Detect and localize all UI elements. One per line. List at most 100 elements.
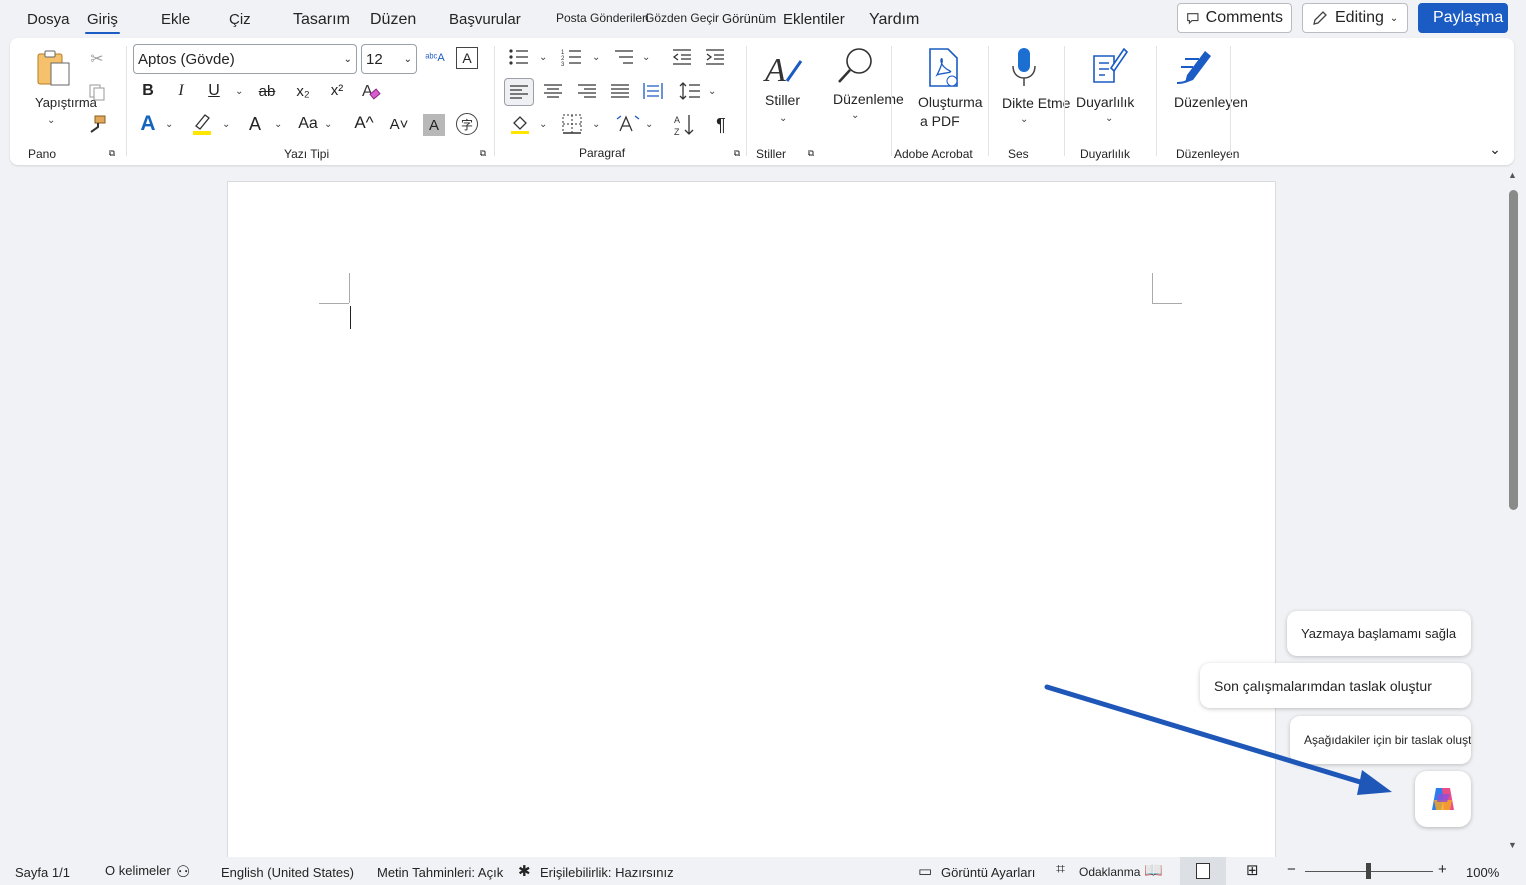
sensitivity-icon[interactable] <box>1088 45 1130 89</box>
increase-indent-icon[interactable] <box>703 46 727 68</box>
chevron-down-icon[interactable]: ⌄ <box>1020 114 1028 125</box>
justify-icon[interactable] <box>608 80 632 102</box>
enclose-characters-icon[interactable]: 字 <box>456 113 478 135</box>
chevron-down-icon[interactable]: ⌄ <box>47 115 55 126</box>
decrease-indent-icon[interactable] <box>670 46 694 68</box>
shrink-font-icon[interactable]: A˅ <box>387 113 411 135</box>
word-count[interactable]: O kelimeler <box>105 863 171 878</box>
sort-icon[interactable]: AZ <box>673 112 697 138</box>
search-icon[interactable] <box>835 44 877 86</box>
chevron-down-icon[interactable]: ⌄ <box>539 52 547 63</box>
editor-label[interactable]: Düzenleyen <box>1174 94 1248 110</box>
chevron-down-icon[interactable]: ⌄ <box>779 113 787 124</box>
scroll-up-icon[interactable]: ▲ <box>1508 170 1517 180</box>
text-box-icon[interactable]: A <box>456 47 478 69</box>
scrollbar-thumb[interactable] <box>1509 190 1518 510</box>
editing-group-label[interactable]: Düzenleme <box>833 91 904 107</box>
read-mode-icon[interactable]: 📖 <box>1144 861 1163 879</box>
borders-icon[interactable] <box>561 113 583 135</box>
tab-eklentiler[interactable]: Eklentiler <box>783 11 845 28</box>
change-case-icon[interactable]: Aa <box>295 113 321 135</box>
chevron-down-icon[interactable]: ⌄ <box>222 119 230 130</box>
zoom-out-icon[interactable]: − <box>1287 861 1296 878</box>
text-predictions[interactable]: Metin Tahminleri: Açık <box>377 865 503 880</box>
clipboard-icon[interactable] <box>32 47 76 91</box>
tab-giris[interactable]: Giriş <box>85 11 120 34</box>
dialog-launcher-icon[interactable]: ⧉ <box>478 148 488 158</box>
create-pdf-label-line1[interactable]: Oluşturma <box>918 94 983 110</box>
strikethrough-icon[interactable]: ab <box>256 81 278 101</box>
chevron-down-icon[interactable]: ⌄ <box>592 52 600 63</box>
copilot-suggestion-start-writing[interactable]: Yazmaya başlamamı sağla <box>1287 611 1471 656</box>
chevron-down-icon[interactable]: ⌄ <box>1105 113 1113 124</box>
numbering-icon[interactable]: 123 <box>560 46 584 68</box>
bullets-icon[interactable] <box>507 46 531 68</box>
format-painter-icon[interactable] <box>86 113 108 135</box>
dialog-launcher-icon[interactable]: ⧉ <box>107 148 117 158</box>
tab-ciz[interactable]: Çiz <box>229 11 251 28</box>
tab-dosya[interactable]: Dosya <box>27 11 70 28</box>
underline-icon[interactable]: U <box>205 81 223 101</box>
accessibility-status[interactable]: Erişilebilirlik: Hazırsınız <box>540 865 674 880</box>
zoom-slider-thumb[interactable] <box>1366 863 1371 879</box>
chevron-down-icon[interactable]: ⌄ <box>324 119 332 130</box>
shading-icon[interactable] <box>508 112 532 136</box>
align-right-icon[interactable] <box>575 80 599 102</box>
create-pdf-label-line2[interactable]: a PDF <box>920 113 960 129</box>
grow-font-icon[interactable]: A^ <box>352 112 376 134</box>
dictate-label[interactable]: Dikte Etme <box>1002 95 1070 111</box>
show-formatting-marks-icon[interactable]: ¶ <box>710 113 732 137</box>
print-layout-button[interactable] <box>1180 857 1226 885</box>
text-effects-icon[interactable]: A <box>137 112 159 136</box>
multilevel-list-icon[interactable] <box>612 46 636 68</box>
tab-gozden[interactable]: Gözden Geçir <box>645 11 719 25</box>
chevron-down-icon[interactable]: ⌄ <box>645 119 653 130</box>
styles-icon[interactable]: A <box>762 46 806 90</box>
tab-gorunum[interactable]: Görünüm <box>722 11 776 26</box>
user-voice-icon[interactable]: ⚇ <box>176 862 190 882</box>
web-layout-icon[interactable]: ⊞ <box>1246 861 1259 879</box>
highlight-icon[interactable] <box>190 112 214 136</box>
scissors-icon[interactable]: ✂ <box>87 49 107 69</box>
distributed-icon[interactable] <box>641 80 665 102</box>
superscript-icon[interactable]: x² <box>326 80 348 100</box>
vertical-scrollbar[interactable]: ▲ ▼ <box>1503 166 1523 856</box>
tab-posta[interactable]: Posta Gönderileri <box>556 11 649 25</box>
font-size-combobox[interactable]: 12 ⌄ <box>361 44 417 74</box>
tab-ekle[interactable]: Ekle <box>161 11 190 28</box>
comments-button[interactable]: Comments <box>1177 3 1292 33</box>
chevron-down-icon[interactable]: ⌄ <box>165 119 173 130</box>
focus-mode[interactable]: Odaklanma <box>1079 865 1140 879</box>
collapse-ribbon-icon[interactable]: ⌄ <box>1486 140 1504 158</box>
editor-icon[interactable] <box>1172 46 1216 88</box>
dialog-launcher-icon[interactable]: ⧉ <box>806 148 816 158</box>
copy-icon[interactable] <box>87 82 107 102</box>
tab-basvurular[interactable]: Başvurular <box>449 11 521 28</box>
bold-icon[interactable]: B <box>139 81 157 101</box>
subscript-icon[interactable]: x₂ <box>292 81 314 101</box>
chevron-down-icon[interactable]: ⌄ <box>851 110 859 121</box>
tab-tasarim[interactable]: Tasarım <box>293 11 350 29</box>
scroll-down-icon[interactable]: ▼ <box>1508 840 1517 850</box>
share-button[interactable]: Paylaşma <box>1418 3 1508 33</box>
display-settings[interactable]: Görüntü Ayarları <box>941 865 1035 880</box>
chevron-down-icon[interactable]: ⌄ <box>642 52 650 63</box>
change-case-spelling-icon[interactable]: ᵃᵇᶜA <box>423 46 447 70</box>
character-shading-icon[interactable]: A <box>423 114 445 136</box>
chevron-down-icon[interactable]: ⌄ <box>235 86 243 97</box>
font-name-combobox[interactable]: Aptos (Gövde) ⌄ <box>133 44 357 74</box>
chevron-down-icon[interactable]: ⌄ <box>708 86 716 97</box>
page-count[interactable]: Sayfa 1/1 <box>15 865 70 880</box>
pdf-icon[interactable] <box>922 47 964 89</box>
chevron-down-icon[interactable]: ⌄ <box>592 119 600 130</box>
sensitivity-label[interactable]: Duyarlılık <box>1076 94 1134 110</box>
editing-mode-button[interactable]: Editing ⌄ <box>1302 3 1408 33</box>
chevron-down-icon[interactable]: ⌄ <box>539 119 547 130</box>
dialog-launcher-icon[interactable]: ⧉ <box>732 148 742 158</box>
language[interactable]: English (United States) <box>221 865 354 880</box>
font-color-icon[interactable]: A <box>245 112 265 136</box>
align-center-icon[interactable] <box>541 80 565 102</box>
copilot-button[interactable] <box>1415 771 1471 827</box>
tab-yardim[interactable]: Yardım <box>869 11 919 29</box>
align-left-icon[interactable] <box>504 78 534 106</box>
